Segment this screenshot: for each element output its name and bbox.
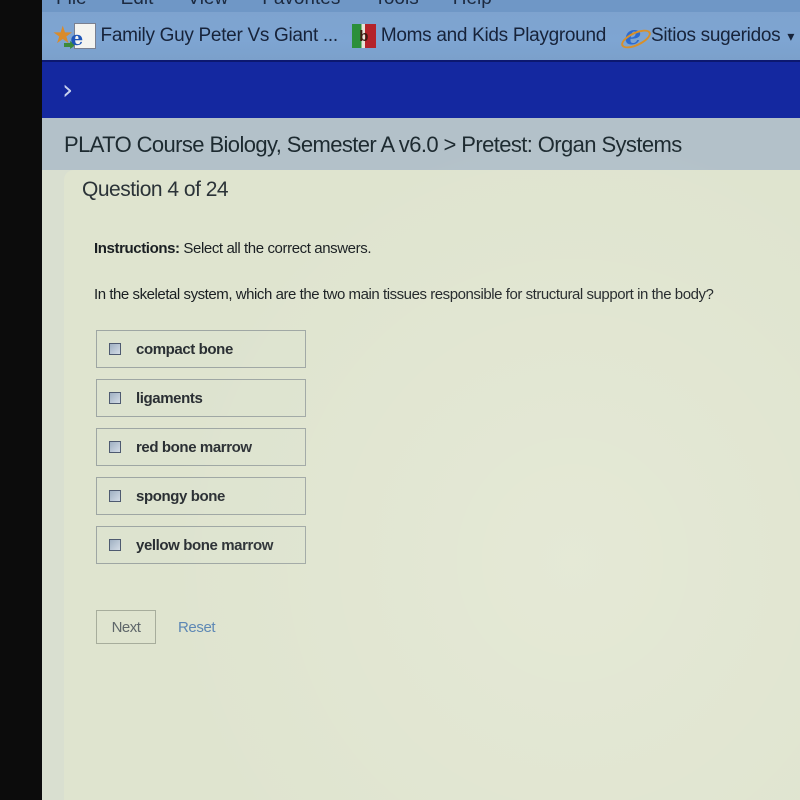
instructions-text: Select all the correct answers. [179, 240, 372, 257]
chevron-right-icon[interactable]: › [62, 76, 84, 104]
instructions-label: Instructions: [94, 240, 180, 257]
browser-window: File Edit View Favorites Tools Help ★ e … [42, 0, 800, 800]
internet-explorer-icon: e [620, 21, 646, 51]
answer-label: red bone marrow [136, 438, 252, 456]
favorite-label: Family Guy Peter Vs Giant ... [100, 25, 339, 46]
menu-edit[interactable]: Edit [121, 0, 154, 10]
dropdown-arrow-icon[interactable]: ▾ [787, 28, 794, 45]
next-button[interactable]: Next [96, 610, 156, 644]
checkbox[interactable] [109, 490, 121, 502]
question-actions: Next Reset [96, 610, 216, 644]
answer-label: spongy bone [136, 487, 225, 505]
favorite-family-guy[interactable]: e Family Guy Peter Vs Giant ... [71, 23, 339, 50]
plato-top-nav: › [42, 60, 800, 118]
menu-favorites[interactable]: Favorites [262, 0, 340, 10]
menu-file[interactable]: File [56, 0, 87, 10]
checkbox[interactable] [109, 441, 121, 453]
favorite-label: Moms and Kids Playground [380, 25, 606, 46]
question-prompt: In the skeletal system, which are the tw… [94, 286, 714, 303]
question-counter: Question 4 of 24 [82, 178, 229, 201]
breadcrumb-bar: PLATO Course Biology, Semester A v6.0 > … [42, 118, 800, 170]
favorite-label: Sitios sugeridos [651, 25, 781, 46]
answer-option[interactable]: red bone marrow [96, 428, 306, 466]
favorites-bar: ★ e Family Guy Peter Vs Giant ... b Moms… [42, 12, 800, 60]
favorite-moms-and-kids[interactable]: b Moms and Kids Playground [351, 24, 606, 48]
answer-options: compact bone ligaments red bone marrow s… [96, 330, 306, 575]
answer-label: yellow bone marrow [136, 536, 273, 554]
checkbox[interactable] [109, 539, 121, 551]
ie-page-icon: e [71, 23, 96, 50]
instructions: Instructions: Select all the correct ans… [94, 240, 371, 257]
checkbox[interactable] [109, 343, 121, 355]
breadcrumb: PLATO Course Biology, Semester A v6.0 > … [64, 132, 682, 157]
answer-option[interactable]: spongy bone [96, 477, 306, 515]
answer-option[interactable]: ligaments [96, 379, 306, 417]
menu-tools[interactable]: Tools [374, 0, 418, 10]
menu-bar: File Edit View Favorites Tools Help [42, 0, 800, 12]
reset-link[interactable]: Reset [178, 619, 216, 636]
answer-label: ligaments [136, 389, 203, 407]
question-panel: Question 4 of 24 Instructions: Select al… [64, 170, 800, 800]
favorite-sitios-sugeridos[interactable]: e Sitios sugeridos ▾ [620, 21, 795, 51]
answer-option[interactable]: compact bone [96, 330, 306, 368]
pb-site-icon: b [351, 24, 376, 48]
menu-help[interactable]: Help [453, 0, 492, 10]
answer-label: compact bone [136, 340, 233, 358]
menu-view[interactable]: View [187, 0, 228, 10]
checkbox[interactable] [109, 392, 121, 404]
answer-option[interactable]: yellow bone marrow [96, 526, 306, 564]
monitor-bezel [0, 0, 42, 800]
